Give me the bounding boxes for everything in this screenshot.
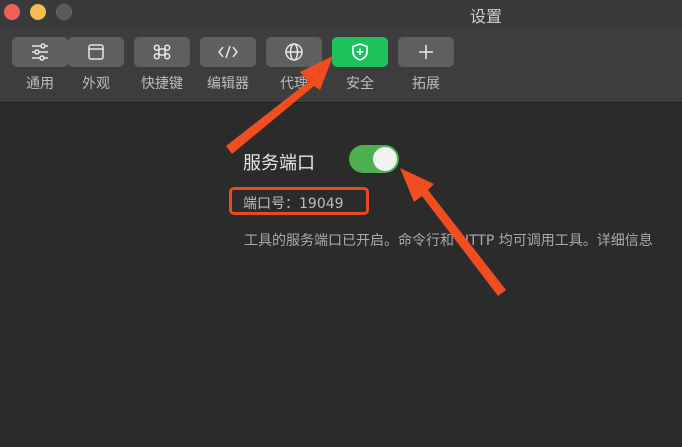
tab-security-label: 安全 — [346, 76, 374, 92]
tab-appearance[interactable]: 外观 — [68, 37, 124, 97]
window-title: 设置 — [469, 7, 502, 26]
tab-security[interactable]: 安全 — [332, 37, 388, 97]
plus-icon — [419, 45, 433, 59]
tab-security-button[interactable] — [332, 37, 388, 67]
tab-appearance-button[interactable] — [68, 37, 124, 67]
tab-extensions-label: 拓展 — [412, 76, 440, 92]
service-description: 工具的服务端口已开启。命令行和 HTTP 均可调用工具。详细信息 — [244, 233, 653, 249]
security-panel: 服务端口 端口号：19049 工具的服务端口已开启。命令行和 HTTP 均可调用… — [0, 103, 682, 447]
tab-proxy-button[interactable] — [266, 37, 322, 67]
settings-window: 设置 通用 外观 快捷键 编辑器 代理 安全 拓展 服务端口 端口号：19049… — [0, 0, 682, 447]
globe-icon — [285, 43, 303, 61]
service-port-toggle[interactable] — [349, 145, 399, 173]
toggle-knob — [373, 147, 397, 171]
tab-proxy-label: 代理 — [280, 76, 308, 92]
tab-editor[interactable]: 编辑器 — [200, 37, 256, 97]
settings-toolbar: 通用 外观 快捷键 编辑器 代理 安全 拓展 — [0, 26, 682, 103]
title-bar: 设置 — [0, 0, 682, 26]
tab-appearance-label: 外观 — [82, 76, 110, 92]
tab-extensions-button[interactable] — [398, 37, 454, 67]
code-icon — [218, 45, 238, 59]
port-number-text: 端口号：19049 — [243, 196, 344, 212]
tab-editor-button[interactable] — [200, 37, 256, 67]
shield-icon — [352, 43, 368, 61]
sliders-icon — [32, 43, 48, 61]
tab-shortcuts[interactable]: 快捷键 — [134, 37, 190, 97]
service-port-label: 服务端口 — [243, 153, 315, 174]
tab-general-button[interactable] — [12, 37, 68, 67]
tab-shortcuts-label: 快捷键 — [141, 76, 183, 92]
window-icon — [88, 44, 104, 60]
tab-shortcuts-button[interactable] — [134, 37, 190, 67]
command-key-icon — [153, 44, 171, 60]
tab-extensions[interactable]: 拓展 — [398, 37, 454, 97]
tab-editor-label: 编辑器 — [207, 76, 249, 92]
tab-proxy[interactable]: 代理 — [266, 37, 322, 97]
